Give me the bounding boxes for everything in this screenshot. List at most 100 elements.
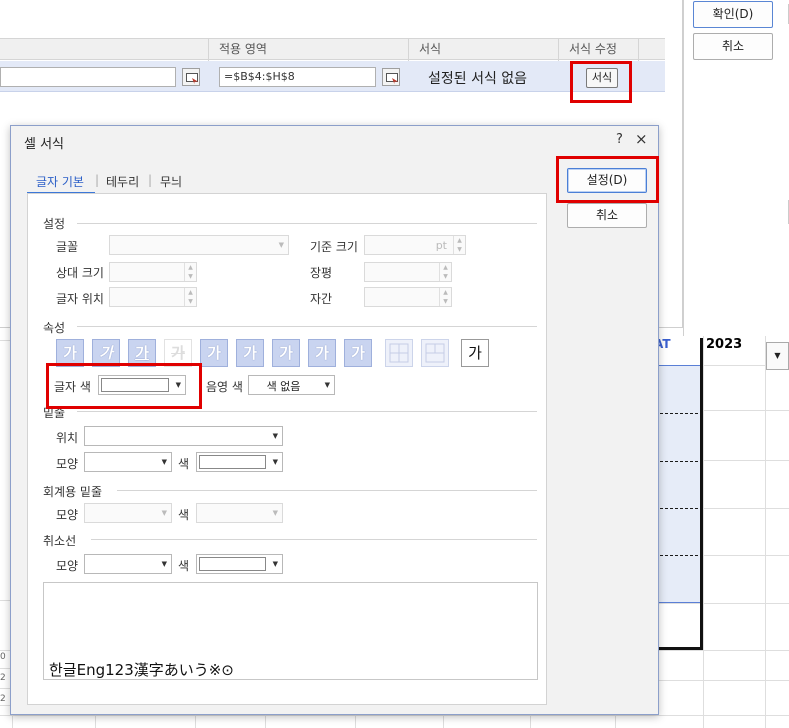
font-color-label: 글자 색 <box>54 380 91 394</box>
spacing-label: 자간 <box>310 292 333 306</box>
width-ratio-label: 장평 <box>310 266 333 280</box>
close-icon[interactable]: × <box>635 130 648 148</box>
chevron-down-icon: ▼ <box>324 381 330 389</box>
preview-text: 한글Eng123漢字あいう※⊙ <box>49 661 234 679</box>
underline-shape-label: 모양 <box>56 457 79 471</box>
grid-line <box>265 715 266 728</box>
stepper-arrows-icon[interactable]: ▲ ▼ <box>184 263 196 281</box>
shadow-icon[interactable]: 가 <box>236 339 264 367</box>
font-select[interactable]: ▼ <box>109 235 289 255</box>
thick-cell-border <box>700 338 703 650</box>
underline-icon[interactable]: 가 <box>128 339 156 367</box>
accounting-shape-select[interactable]: ▼ <box>84 503 172 523</box>
underline-position-label: 위치 <box>56 431 79 445</box>
grid-line <box>659 603 789 604</box>
section-divider <box>77 411 537 412</box>
section-divider <box>77 223 537 224</box>
cell-format-dialog: 셀 서식 ? × 글자 기본 | 테두리 | 무늬 설정 글꼴 ▼ 기준 크기 … <box>10 125 659 715</box>
stepper-arrows-icon[interactable]: ▲ ▼ <box>439 263 451 281</box>
range-picker-icon[interactable] <box>382 68 400 86</box>
row-number: 0 <box>0 652 6 662</box>
relative-size-label: 상대 크기 <box>56 266 104 280</box>
engrave-icon[interactable]: 가 <box>308 339 336 367</box>
chevron-down-icon: ▼ <box>161 509 167 517</box>
base-size-stepper[interactable]: pt ▲ ▼ <box>364 235 466 255</box>
grid-line <box>355 715 356 728</box>
section-strikethrough: 취소선 <box>43 534 77 548</box>
emboss-icon[interactable]: 가 <box>272 339 300 367</box>
underline-color-select[interactable]: ▼ <box>196 452 283 472</box>
normal-text-icon[interactable]: 가 <box>461 339 489 367</box>
underline-color-swatch <box>199 455 266 469</box>
grid-line <box>0 715 789 716</box>
strike-shape-select[interactable]: ▼ <box>84 554 172 574</box>
chevron-down-icon: ▼ <box>175 381 181 389</box>
stepper-arrows-icon[interactable]: ▲ ▼ <box>184 288 196 306</box>
tab-separator: | <box>95 173 100 187</box>
rule-row[interactable]: =$B$4:$H$8 설정된 서식 없음 서식 <box>0 61 665 92</box>
relative-size-stepper[interactable]: ▲ ▼ <box>109 262 197 282</box>
tab-pattern[interactable]: 무늬 <box>160 173 182 190</box>
shade-color-select[interactable]: 색 없음 ▼ <box>248 375 335 395</box>
format-status: 설정된 서식 없음 <box>428 71 528 87</box>
font-label: 글꼴 <box>56 240 79 254</box>
section-divider <box>77 326 537 327</box>
dialog-title: 셀 서식 <box>24 137 65 152</box>
strikethrough-icon[interactable]: 가 <box>164 339 192 367</box>
chevron-down-icon: ▼ <box>272 509 278 517</box>
preview-box: 한글Eng123漢字あいう※⊙ <box>43 582 538 680</box>
underline-position-select[interactable]: ▼ <box>84 426 283 446</box>
width-ratio-stepper[interactable]: ▲ ▼ <box>364 262 452 282</box>
grid-icon <box>425 343 445 363</box>
ok-button[interactable]: 확인(D) <box>693 1 773 28</box>
rule-list-header: 적용 영역 서식 서식 수정 <box>0 38 665 61</box>
stepper-arrows-icon[interactable]: ▲ ▼ <box>453 236 465 254</box>
set-button[interactable]: 설정(D) <box>567 168 647 193</box>
font-color-swatch <box>101 378 169 392</box>
chevron-down-icon: ▼ <box>272 432 278 440</box>
grid-line <box>195 715 196 728</box>
range-field[interactable]: =$B$4:$H$8 <box>219 67 376 87</box>
filter-dropdown-icon[interactable]: ▼ <box>766 342 789 370</box>
underline-shape-select[interactable]: ▼ <box>84 452 172 472</box>
subscript-grid-icon[interactable] <box>385 339 413 367</box>
section-underline: 밑줄 <box>43 406 66 420</box>
format-edit-button[interactable]: 서식 <box>586 68 618 88</box>
bold-icon[interactable]: 가 <box>56 339 84 367</box>
italic-icon[interactable]: 가 <box>92 339 120 367</box>
strike-shape-label: 모양 <box>56 559 79 573</box>
help-icon[interactable]: ? <box>616 132 623 147</box>
condition-field[interactable] <box>0 67 176 87</box>
spacing-stepper[interactable]: ▲ ▼ <box>364 287 452 307</box>
outline-icon[interactable]: 가 <box>200 339 228 367</box>
cancel-button[interactable]: 취소 <box>567 203 647 228</box>
layout-grid-icon[interactable] <box>421 339 449 367</box>
tab-separator: | <box>148 173 153 187</box>
tab-border[interactable]: 테두리 <box>106 173 139 190</box>
grid-line <box>443 715 444 728</box>
year-cell[interactable]: 2023 <box>706 337 766 357</box>
column-header-range: 적용 영역 <box>208 39 408 61</box>
row-number: 2 <box>0 694 6 704</box>
strike-color-select[interactable]: ▼ <box>196 554 283 574</box>
stepper-arrows-icon[interactable]: ▲ ▼ <box>439 288 451 306</box>
section-attributes: 속성 <box>43 321 66 335</box>
grid-icon <box>389 343 409 363</box>
section-accounting-underline: 회계용 밑줄 <box>43 485 103 499</box>
cancel-top-button[interactable]: 취소 <box>693 33 773 60</box>
superscript-icon[interactable]: 가 <box>344 339 372 367</box>
range-picker-icon[interactable] <box>182 68 200 86</box>
accounting-color-select[interactable]: ▼ <box>196 503 283 523</box>
shade-color-label: 음영 색 <box>206 380 243 394</box>
chevron-down-icon: ▼ <box>272 458 278 466</box>
column-header-format: 서식 <box>408 39 558 61</box>
font-color-select[interactable]: ▼ <box>98 375 186 395</box>
underline-color-label: 색 <box>178 457 190 471</box>
section-settings: 설정 <box>43 217 66 231</box>
column-header-blank <box>638 39 665 61</box>
grid-line <box>659 650 789 651</box>
position-stepper[interactable]: ▲ ▼ <box>109 287 197 307</box>
tab-font-basic[interactable]: 글자 기본 <box>36 173 84 190</box>
dialog-titlebar[interactable]: 셀 서식 ? × <box>11 126 658 156</box>
column-header-edit: 서식 수정 <box>558 39 638 61</box>
